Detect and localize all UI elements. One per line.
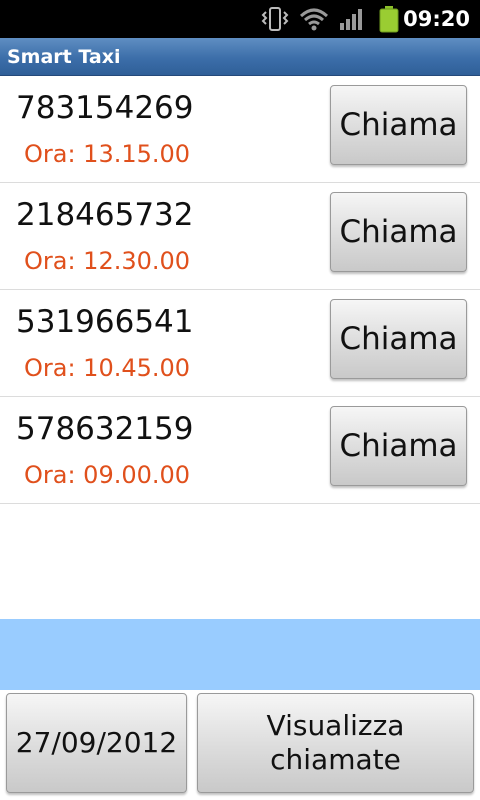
phone-number: 783154269: [16, 90, 194, 126]
call-button[interactable]: Chiama: [330, 192, 467, 272]
view-calls-label-line1: Visualizza: [266, 709, 405, 742]
call-button[interactable]: Chiama: [330, 85, 467, 165]
phone-number: 218465732: [16, 197, 194, 233]
call-button[interactable]: Chiama: [330, 406, 467, 486]
status-bar: 09:20: [0, 0, 480, 38]
call-row: 578632159 Ora: 09.00.00 Chiama: [0, 397, 480, 504]
call-list: 783154269 Ora: 13.15.00 Chiama 218465732…: [0, 76, 480, 504]
status-time: 09:20: [403, 7, 470, 31]
wifi-icon: [298, 0, 330, 38]
phone-number: 531966541: [16, 304, 194, 340]
date-button[interactable]: 27/09/2012: [6, 693, 187, 793]
phone-number: 578632159: [16, 411, 194, 447]
bottom-bar: 27/09/2012 Visualizza chiamate: [0, 690, 480, 800]
call-button[interactable]: Chiama: [330, 299, 467, 379]
battery-icon: [376, 0, 402, 38]
call-time: Ora: 09.00.00: [24, 461, 191, 489]
view-calls-button[interactable]: Visualizza chiamate: [197, 693, 474, 793]
call-time: Ora: 12.30.00: [24, 247, 191, 275]
call-row: 531966541 Ora: 10.45.00 Chiama: [0, 290, 480, 397]
title-bar: Smart Taxi: [0, 38, 480, 76]
info-band: [0, 619, 480, 690]
call-row: 783154269 Ora: 13.15.00 Chiama: [0, 76, 480, 183]
app-title: Smart Taxi: [7, 46, 121, 68]
call-row: 218465732 Ora: 12.30.00 Chiama: [0, 183, 480, 290]
view-calls-label-line2: chiamate: [270, 743, 401, 776]
signal-icon: [338, 0, 366, 38]
call-time: Ora: 13.15.00: [24, 140, 191, 168]
vibrate-icon: [258, 0, 292, 38]
call-time: Ora: 10.45.00: [24, 354, 191, 382]
